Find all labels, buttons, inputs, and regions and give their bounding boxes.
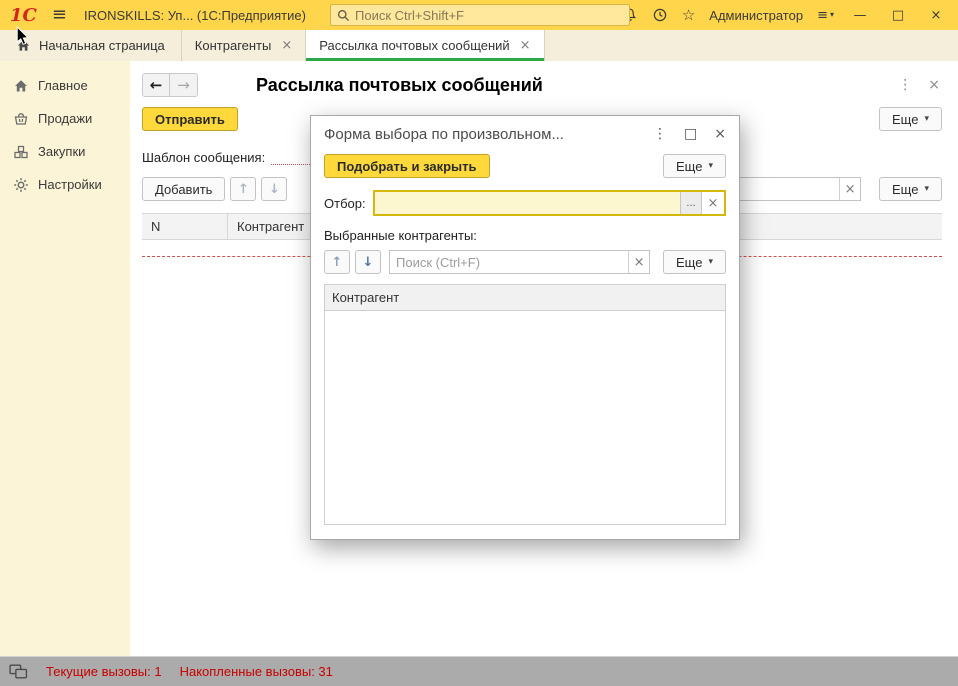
sidebar-item-label: Продажи: [38, 111, 92, 126]
sidebar-item-main[interactable]: Главное: [0, 69, 130, 102]
pick-and-close-button[interactable]: Подобрать и закрыть: [324, 154, 490, 178]
menu-lines-icon: ≡: [817, 9, 828, 22]
chevron-down-icon: ▾: [708, 162, 713, 171]
sidebar-item-label: Главное: [38, 78, 88, 93]
chevron-down-icon: ▾: [830, 11, 834, 19]
move-down-button[interactable]: ↓: [355, 250, 381, 274]
accumulated-calls-text: Накопленные вызовы: 31: [180, 664, 333, 679]
tab-home-label: Начальная страница: [39, 38, 165, 53]
form-close-icon[interactable]: ×: [928, 78, 940, 92]
clear-search-icon[interactable]: ×: [839, 178, 860, 200]
back-button[interactable]: ←: [143, 74, 170, 96]
history-navigation: ← →: [142, 73, 198, 97]
dialog-maximize-icon[interactable]: □: [684, 127, 697, 141]
sections-sidebar: Главное Продажи Закупки: [0, 61, 130, 656]
filter-field[interactable]: ... ×: [373, 190, 726, 216]
chevron-down-icon: ▾: [924, 115, 929, 124]
tab-close-icon[interactable]: ×: [520, 39, 531, 52]
sidebar-item-purchases[interactable]: Закупки: [0, 135, 130, 168]
mouse-cursor: [16, 26, 29, 46]
current-calls-text: Текущие вызовы: 1: [46, 664, 162, 679]
sidebar-item-label: Закупки: [38, 144, 85, 159]
template-label: Шаблон сообщения:: [142, 150, 265, 165]
dialog-close-icon[interactable]: ×: [714, 127, 726, 141]
boxes-icon: [13, 144, 29, 160]
status-bar: Текущие вызовы: 1 Накопленные вызовы: 31: [0, 656, 958, 686]
sidebar-item-sales[interactable]: Продажи: [0, 102, 130, 135]
tab-mailing[interactable]: Рассылка почтовых сообщений ×: [306, 30, 544, 61]
move-up-button[interactable]: ↑: [230, 177, 256, 201]
send-button-label: Отправить: [155, 112, 225, 127]
more-button-label: Еще: [892, 182, 918, 197]
more-button-list[interactable]: Еще ▾: [879, 177, 942, 201]
arrow-up-icon: ↑: [238, 183, 249, 196]
basket-icon: [13, 111, 29, 127]
tab-bar: Начальная страница Контрагенты × Рассылк…: [0, 30, 958, 61]
global-search[interactable]: [330, 4, 630, 26]
close-window-button[interactable]: ×: [924, 9, 948, 22]
app-title: IRONSKILLS: Уп... (1С:Предприятие): [84, 8, 306, 23]
more-button-dialog[interactable]: Еще ▾: [663, 154, 726, 178]
form-menu-icon[interactable]: ⋮: [898, 78, 912, 92]
sidebar-item-settings[interactable]: Настройки: [0, 168, 130, 201]
minimize-button[interactable]: —: [848, 9, 872, 22]
filter-label: Отбор:: [324, 196, 366, 211]
filter-input[interactable]: [375, 192, 680, 214]
clear-search-icon[interactable]: ×: [628, 251, 649, 273]
maximize-button[interactable]: □: [886, 9, 910, 22]
selection-form-dialog: Форма выбора по произвольном... ⋮ □ × По…: [310, 115, 740, 540]
main-menu-icon[interactable]: ≡: [52, 6, 67, 24]
service-menu-icon[interactable]: ≡ ▾: [817, 9, 834, 22]
dialog-menu-icon[interactable]: ⋮: [653, 127, 667, 141]
contractors-table: Контрагент: [324, 284, 726, 525]
pick-and-close-label: Подобрать и закрыть: [337, 159, 477, 174]
clear-filter-icon[interactable]: ×: [702, 192, 724, 214]
chevron-down-icon: ▾: [708, 258, 713, 267]
send-button[interactable]: Отправить: [142, 107, 238, 131]
column-n[interactable]: N: [142, 214, 228, 239]
tab-label: Контрагенты: [195, 38, 272, 53]
dialog-title: Форма выбора по произвольном...: [324, 126, 636, 143]
add-button-label: Добавить: [155, 182, 212, 197]
1c-logo: 1С: [10, 5, 37, 26]
selected-contractors-label: Выбранные контрагенты:: [311, 228, 739, 243]
contractors-table-body[interactable]: [325, 311, 725, 524]
forward-button[interactable]: →: [170, 74, 197, 96]
more-button-form[interactable]: Еще ▾: [879, 107, 942, 131]
page-title: Рассылка почтовых сообщений: [256, 75, 543, 96]
arrow-down-icon: ↓: [269, 183, 280, 196]
search-icon: [336, 8, 351, 23]
dialog-search[interactable]: ×: [389, 250, 650, 274]
arrow-up-icon: ↑: [332, 256, 343, 269]
history-clock-icon[interactable]: [652, 7, 668, 23]
tab-label: Рассылка почтовых сообщений: [319, 38, 509, 53]
tab-contractors[interactable]: Контрагенты ×: [182, 30, 306, 61]
move-up-button[interactable]: ↑: [324, 250, 350, 274]
home-icon: [13, 78, 29, 94]
more-button-label: Еще: [676, 159, 702, 174]
tab-close-icon[interactable]: ×: [281, 39, 292, 52]
dialog-search-input[interactable]: [390, 251, 628, 273]
window-titlebar: 1С ≡ IRONSKILLS: Уп... (1С:Предприятие) …: [0, 0, 958, 30]
more-button-label: Еще: [892, 112, 918, 127]
arrow-down-icon: ↓: [363, 256, 374, 269]
performance-indicator-icon[interactable]: [9, 663, 28, 680]
column-contractor[interactable]: Контрагент: [325, 285, 725, 311]
global-search-input[interactable]: [355, 8, 624, 23]
gear-icon: [13, 177, 29, 193]
move-down-button[interactable]: ↓: [261, 177, 287, 201]
choose-ellipsis-button[interactable]: ...: [680, 192, 702, 214]
sidebar-item-label: Настройки: [38, 177, 102, 192]
user-name: Администратор: [709, 8, 803, 23]
more-button-label: Еще: [676, 255, 702, 270]
favorites-star-icon[interactable]: ☆: [682, 8, 695, 23]
chevron-down-icon: ▾: [924, 185, 929, 194]
add-button[interactable]: Добавить: [142, 177, 225, 201]
more-button-dialog-list[interactable]: Еще ▾: [663, 250, 726, 274]
